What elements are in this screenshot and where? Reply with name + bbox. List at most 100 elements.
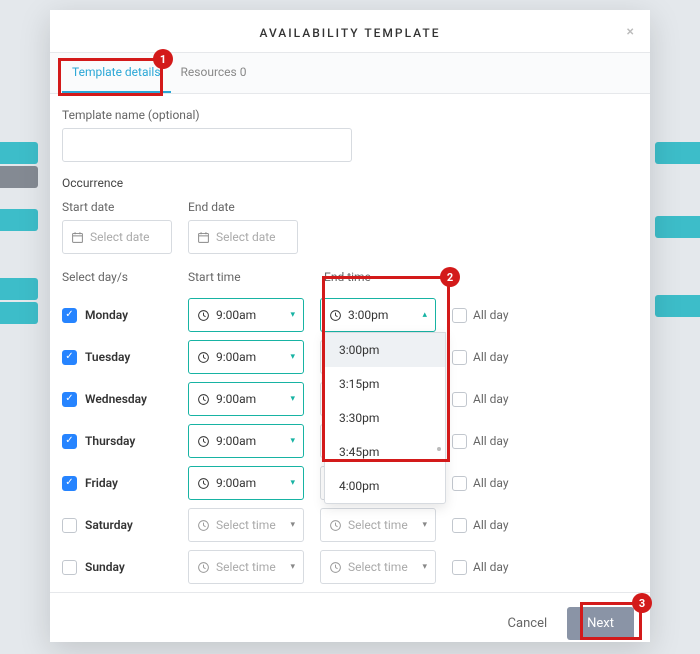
checkbox-icon [452, 560, 467, 575]
day-name-label: Thursday [85, 434, 135, 448]
date-row: Select date Select date [62, 220, 638, 254]
all-day-label: All day [473, 392, 509, 406]
clock-icon [197, 519, 210, 532]
all-day-label: All day [473, 560, 509, 574]
checkbox-icon [62, 518, 77, 533]
end-time-dropdown[interactable]: 3:00pm3:15pm3:30pm3:45pm4:00pm [324, 332, 446, 504]
day-checkbox-sunday[interactable]: Sunday [62, 560, 172, 575]
start-time-value: 9:00am [216, 392, 284, 406]
start-time-select[interactable]: 9:00am▾ [188, 340, 304, 374]
all-day-checkbox[interactable]: All day [452, 518, 532, 533]
tabs: Template details Resources 0 [50, 52, 650, 94]
start-time-select[interactable]: 9:00am▾ [188, 466, 304, 500]
modal-footer: Cancel Next [50, 592, 650, 654]
clock-icon [197, 477, 210, 490]
bg-action-icon [655, 216, 700, 238]
all-day-checkbox[interactable]: All day [452, 350, 532, 365]
day-row: Monday 9:00am▾ 3:00pm ▴ All day [62, 298, 638, 332]
checkbox-icon [62, 308, 77, 323]
day-name-label: Wednesday [85, 392, 147, 406]
clock-icon [197, 393, 210, 406]
day-checkbox-tuesday[interactable]: Tuesday [62, 350, 172, 365]
start-date-input[interactable]: Select date [62, 220, 172, 254]
clock-icon [197, 561, 210, 574]
chevron-down-icon: ▾ [290, 478, 295, 488]
checkbox-icon [452, 392, 467, 407]
checkbox-icon [62, 560, 77, 575]
start-time-select[interactable]: Select time ▾ [188, 508, 304, 542]
tab-template-details[interactable]: Template details [62, 53, 171, 93]
end-time-value: 3:00pm [348, 308, 416, 322]
chevron-down-icon: ▾ [290, 394, 295, 404]
start-time-value: 9:00am [216, 308, 284, 322]
end-date-label: End date [188, 200, 308, 214]
all-day-checkbox[interactable]: All day [452, 476, 532, 491]
clock-icon [329, 561, 342, 574]
clock-icon [329, 309, 342, 322]
bg-action-icon [655, 295, 700, 317]
start-time-value: Select time [216, 518, 284, 532]
all-day-label: All day [473, 476, 509, 490]
modal-body: Template name (optional) Occurrence Star… [50, 94, 650, 592]
all-day-checkbox[interactable]: All day [452, 308, 532, 323]
start-time-value: 9:00am [216, 434, 284, 448]
bg-action-icon [0, 166, 38, 188]
clock-icon [197, 351, 210, 364]
cancel-button[interactable]: Cancel [498, 607, 558, 640]
dropdown-option[interactable]: 3:45pm [325, 435, 445, 469]
checkbox-icon [452, 350, 467, 365]
checkbox-icon [452, 518, 467, 533]
start-time-value: Select time [216, 560, 284, 574]
select-days-label: Select day/s [62, 270, 172, 284]
occurrence-label: Occurrence [62, 176, 638, 190]
start-time-select[interactable]: 9:00am ▾ [188, 382, 304, 416]
day-checkbox-friday[interactable]: Friday [62, 476, 172, 491]
chevron-down-icon: ▾ [290, 352, 295, 362]
checkbox-icon [62, 476, 77, 491]
clock-icon [197, 435, 210, 448]
day-name-label: Friday [85, 476, 118, 490]
bg-action-icon [655, 142, 700, 164]
all-day-label: All day [473, 308, 509, 322]
end-time-select[interactable]: 3:00pm ▴ [320, 298, 436, 332]
end-time-select[interactable]: Select time ▾ [320, 550, 436, 584]
end-date-placeholder: Select date [216, 230, 276, 244]
tab-resources[interactable]: Resources 0 [171, 53, 257, 93]
checkbox-icon [62, 350, 77, 365]
bg-action-icon [0, 302, 38, 324]
day-name-label: Saturday [85, 518, 133, 532]
scrollbar-thumb[interactable] [437, 447, 441, 451]
start-time-label: Start time [188, 270, 308, 284]
dropdown-option[interactable]: 3:00pm [325, 333, 445, 367]
checkbox-icon [452, 434, 467, 449]
start-time-select[interactable]: 9:00am▾ [188, 424, 304, 458]
day-checkbox-wednesday[interactable]: Wednesday [62, 392, 172, 407]
modal-header: AVAILABILITY TEMPLATE × [50, 10, 650, 52]
chevron-down-icon: ▾ [290, 520, 295, 530]
dropdown-option[interactable]: 3:15pm [325, 367, 445, 401]
close-icon[interactable]: × [627, 24, 636, 40]
end-time-value: Select time [348, 560, 416, 574]
end-time-select[interactable]: Select time▾ [320, 508, 436, 542]
checkbox-icon [452, 476, 467, 491]
all-day-checkbox[interactable]: All day [452, 434, 532, 449]
dropdown-option[interactable]: 3:30pm [325, 401, 445, 435]
day-checkbox-saturday[interactable]: Saturday [62, 518, 172, 533]
all-day-checkbox[interactable]: All day [452, 392, 532, 407]
all-day-label: All day [473, 350, 509, 364]
start-time-select[interactable]: Select time▾ [188, 550, 304, 584]
chevron-up-icon: ▴ [422, 310, 427, 320]
day-checkbox-monday[interactable]: Monday [62, 308, 172, 323]
all-day-checkbox[interactable]: All day [452, 560, 532, 575]
day-row: SaturdaySelect time▾Select time▾All day [62, 508, 638, 542]
template-name-input[interactable] [62, 128, 352, 162]
start-time-select[interactable]: 9:00am▾ [188, 298, 304, 332]
dropdown-option[interactable]: 4:00pm [325, 469, 445, 503]
end-date-input[interactable]: Select date [188, 220, 298, 254]
next-button[interactable]: Next [567, 607, 634, 640]
chevron-down-icon: ▾ [422, 562, 427, 572]
time-header-row: Select day/s Start time End time [62, 270, 638, 290]
clock-icon [197, 309, 210, 322]
bg-action-icon [0, 142, 38, 164]
day-checkbox-thursday[interactable]: Thursday [62, 434, 172, 449]
